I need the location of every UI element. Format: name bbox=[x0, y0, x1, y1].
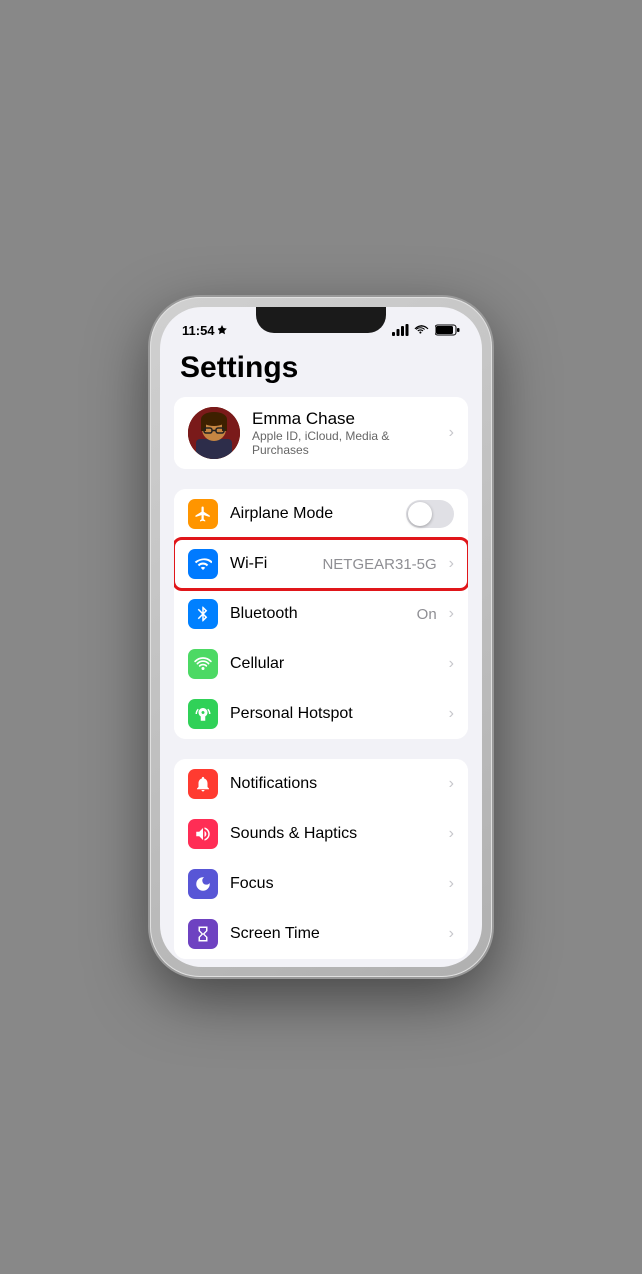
focus-icon-bg bbox=[188, 869, 218, 899]
sounds-haptics-row[interactable]: Sounds & Haptics › bbox=[174, 809, 468, 859]
avatar-image bbox=[188, 407, 240, 459]
cellular-row[interactable]: Cellular › bbox=[174, 639, 468, 689]
phone-frame: 11:54 bbox=[150, 297, 492, 977]
notifications-row[interactable]: Notifications › bbox=[174, 759, 468, 809]
personal-hotspot-row[interactable]: Personal Hotspot › bbox=[174, 689, 468, 739]
avatar bbox=[188, 407, 240, 459]
hotspot-chevron: › bbox=[449, 705, 454, 723]
profile-section: Emma Chase Apple ID, iCloud, Media & Pur… bbox=[174, 397, 468, 469]
notifications-section: Notifications › Sounds & Haptics › bbox=[174, 759, 468, 959]
profile-subtitle: Apple ID, iCloud, Media & Purchases bbox=[252, 429, 437, 457]
cellular-chevron: › bbox=[449, 655, 454, 673]
sounds-icon-bg bbox=[188, 819, 218, 849]
avatar-svg bbox=[188, 407, 240, 459]
wifi-row[interactable]: Wi-Fi NETGEAR31-5G › bbox=[174, 539, 468, 589]
hourglass-icon bbox=[194, 925, 212, 943]
signal-icon bbox=[392, 324, 409, 336]
airplane-icon bbox=[194, 505, 212, 523]
profile-name: Emma Chase bbox=[252, 409, 437, 429]
time-display: 11:54 bbox=[182, 323, 215, 338]
sounds-haptics-label: Sounds & Haptics bbox=[230, 825, 437, 843]
phone-screen: 11:54 bbox=[160, 307, 482, 967]
notifications-icon-bg bbox=[188, 769, 218, 799]
battery-icon bbox=[435, 324, 460, 336]
status-icons bbox=[392, 324, 460, 336]
airplane-mode-row[interactable]: Airplane Mode bbox=[174, 489, 468, 539]
page-title: Settings bbox=[160, 343, 482, 397]
wifi-value: NETGEAR31-5G bbox=[322, 556, 436, 573]
notifications-label: Notifications bbox=[230, 775, 437, 793]
screen-time-chevron: › bbox=[449, 925, 454, 943]
screen-time-icon-bg bbox=[188, 919, 218, 949]
screen-time-row[interactable]: Screen Time › bbox=[174, 909, 468, 959]
network-section: Airplane Mode Wi-Fi bbox=[174, 489, 468, 739]
moon-icon bbox=[194, 875, 212, 893]
cellular-icon-bg bbox=[188, 649, 218, 679]
notifications-chevron: › bbox=[449, 775, 454, 793]
focus-label: Focus bbox=[230, 875, 437, 893]
airplane-mode-icon-bg bbox=[188, 499, 218, 529]
screen-content: Settings bbox=[160, 343, 482, 967]
notch bbox=[256, 307, 386, 333]
cellular-icon bbox=[194, 655, 212, 673]
wifi-icon-bg bbox=[188, 549, 218, 579]
wifi-label: Wi-Fi bbox=[230, 555, 310, 573]
airplane-label: Airplane Mode bbox=[230, 505, 394, 523]
airplane-toggle[interactable] bbox=[406, 500, 454, 528]
bluetooth-row[interactable]: Bluetooth On › bbox=[174, 589, 468, 639]
status-time: 11:54 bbox=[182, 323, 228, 338]
hotspot-icon-bg bbox=[188, 699, 218, 729]
bluetooth-icon-bg bbox=[188, 599, 218, 629]
wifi-chevron: › bbox=[449, 555, 454, 573]
bluetooth-icon bbox=[194, 605, 212, 623]
screen-time-label: Screen Time bbox=[230, 925, 437, 943]
hotspot-icon bbox=[194, 705, 212, 723]
wifi-icon bbox=[194, 555, 212, 573]
focus-row[interactable]: Focus › bbox=[174, 859, 468, 909]
bell-icon bbox=[194, 775, 212, 793]
location-icon bbox=[218, 325, 228, 336]
personal-hotspot-label: Personal Hotspot bbox=[230, 705, 437, 723]
bluetooth-label: Bluetooth bbox=[230, 605, 405, 623]
sound-icon bbox=[194, 825, 212, 843]
bluetooth-chevron: › bbox=[449, 605, 454, 623]
wifi-status-icon bbox=[414, 324, 430, 336]
cellular-label: Cellular bbox=[230, 655, 437, 673]
focus-chevron: › bbox=[449, 875, 454, 893]
bluetooth-value: On bbox=[417, 606, 437, 623]
wifi-row-wrapper: Wi-Fi NETGEAR31-5G › bbox=[174, 539, 468, 589]
profile-info: Emma Chase Apple ID, iCloud, Media & Pur… bbox=[252, 409, 437, 457]
toggle-knob bbox=[408, 502, 432, 526]
profile-row[interactable]: Emma Chase Apple ID, iCloud, Media & Pur… bbox=[174, 397, 468, 469]
sounds-chevron: › bbox=[449, 825, 454, 843]
profile-chevron: › bbox=[449, 424, 454, 442]
